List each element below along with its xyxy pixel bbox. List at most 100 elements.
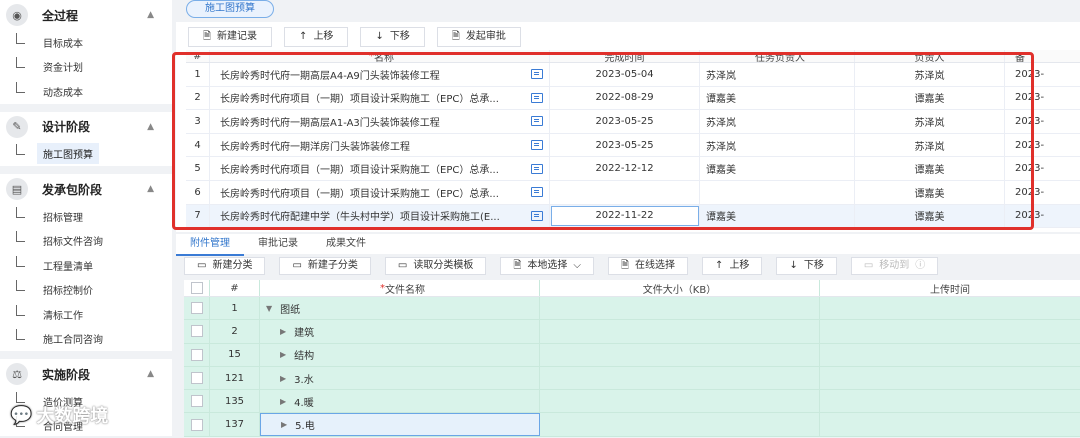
sidebar-item[interactable]: 招标文件咨询 [0, 229, 172, 254]
row-task-owner[interactable]: 谭嘉美 [700, 205, 855, 228]
row-name[interactable]: 长房岭秀时代府项目（一期）项目设计采购施工（EPC）总承... [210, 87, 550, 110]
new-record-button[interactable]: 🗎新建记录 [188, 27, 272, 47]
row-name[interactable]: 长房岭秀时代府配建中学（牛头村中学）项目设计采购施工(E... [210, 205, 550, 228]
row-checkbox[interactable] [184, 320, 210, 342]
sidebar-group[interactable]: ⚖实施阶段▲ [0, 359, 172, 389]
row-owner[interactable]: 苏泽岚 [855, 110, 1005, 133]
tab-result-files[interactable]: 成果文件 [312, 234, 380, 254]
caret-right-icon[interactable]: ▶ [280, 374, 286, 383]
row-task-owner[interactable] [700, 181, 855, 204]
table-row[interactable]: 1长房岭秀时代府一期高层A4-A9门头装饰装修工程2023-05-04苏泽岚苏泽… [186, 63, 1080, 87]
table-row[interactable]: 5长房岭秀时代府项目（一期）项目设计采购施工（EPC）总承...2022-12-… [186, 157, 1080, 181]
row-checkbox[interactable] [184, 297, 210, 319]
detail-icon[interactable] [531, 93, 543, 103]
caret-right-icon[interactable]: ▶ [281, 420, 287, 429]
sidebar-group[interactable]: ✎设计阶段▲ [0, 112, 172, 142]
row-date[interactable] [550, 181, 700, 204]
header-date[interactable]: 完成时间 [550, 50, 700, 62]
file-name-cell[interactable]: ▶3.水 [260, 367, 540, 389]
sidebar-item[interactable]: 目标成本 [0, 30, 172, 55]
table-row[interactable]: 6长房岭秀时代府项目（一期）项目设计采购施工（EPC）总承...谭嘉美2023- [186, 181, 1080, 205]
row-date[interactable]: 2022-12-12 [550, 157, 700, 180]
row-owner[interactable]: 谭嘉美 [855, 181, 1005, 204]
sidebar-item[interactable]: 清标工作 [0, 302, 172, 327]
row-name[interactable]: 长房岭秀时代府项目（一期）项目设计采购施工（EPC）总承... [210, 181, 550, 204]
row-task-owner[interactable]: 苏泽岚 [700, 110, 855, 133]
online-select-button[interactable]: 🗎在线选择 [608, 257, 688, 275]
row-checkbox[interactable] [184, 344, 210, 366]
file-name-cell[interactable]: ▶4.暖 [260, 390, 540, 412]
sidebar-group[interactable]: ◉全过程▲ [0, 0, 172, 30]
header-extra[interactable]: 备 [1005, 50, 1080, 62]
row-date[interactable]: 2022-11-22 [550, 205, 700, 228]
row-checkbox[interactable] [184, 367, 210, 389]
caret-right-icon[interactable]: ▶ [280, 350, 286, 359]
row-task-owner[interactable]: 谭嘉美 [700, 157, 855, 180]
header-task-owner[interactable]: 任务负责人 [700, 50, 855, 62]
row-task-owner[interactable]: 苏泽岚 [700, 63, 855, 86]
file-name-cell[interactable]: ▼图纸 [260, 297, 540, 319]
detail-icon[interactable] [531, 140, 543, 150]
row-name[interactable]: 长房岭秀时代府一期高层A4-A9门头装饰装修工程 [210, 63, 550, 86]
file-row[interactable]: 1▼图纸 [184, 297, 1080, 320]
table-row[interactable]: 7长房岭秀时代府配建中学（牛头村中学）项目设计采购施工(E...2022-11-… [186, 205, 1080, 229]
file-row[interactable]: 121▶3.水 [184, 367, 1080, 390]
read-template-button[interactable]: ▭读取分类模板 [385, 257, 486, 275]
row-name[interactable]: 长房岭秀时代府项目（一期）项目设计采购施工（EPC）总承... [210, 157, 550, 180]
header-name[interactable]: *名称 [210, 50, 550, 62]
row-owner[interactable]: 苏泽岚 [855, 63, 1005, 86]
row-owner[interactable]: 谭嘉美 [855, 87, 1005, 110]
row-date[interactable]: 2022-08-29 [550, 87, 700, 110]
detail-icon[interactable] [531, 211, 543, 221]
caret-right-icon[interactable]: ▶ [280, 327, 286, 336]
file-name-cell[interactable]: ▶结构 [260, 344, 540, 366]
file-name-cell[interactable]: ▶5.电 [260, 413, 540, 435]
table-row[interactable]: 2长房岭秀时代府项目（一期）项目设计采购施工（EPC）总承...2022-08-… [186, 87, 1080, 111]
files-header-size[interactable]: 文件大小（KB） [540, 280, 820, 296]
file-row[interactable]: 15▶结构 [184, 344, 1080, 367]
sidebar-item[interactable]: 工程量清单 [0, 253, 172, 278]
row-date[interactable]: 2023-05-25 [550, 110, 700, 133]
tab-attachments[interactable]: 附件管理 [176, 234, 244, 256]
move-down-button-2[interactable]: ↓下移 [776, 257, 836, 275]
sidebar-item[interactable]: 招标管理 [0, 204, 172, 229]
sidebar-item[interactable]: 招标控制价 [0, 278, 172, 303]
file-row[interactable]: 135▶4.暖 [184, 390, 1080, 413]
row-task-owner[interactable]: 苏泽岚 [700, 134, 855, 157]
row-date[interactable]: 2023-05-25 [550, 134, 700, 157]
row-date[interactable]: 2023-05-04 [550, 63, 700, 86]
file-row[interactable]: 137▶5.电 [184, 413, 1080, 436]
new-category-button[interactable]: ▭新建分类 [184, 257, 265, 275]
detail-icon[interactable] [531, 69, 543, 79]
row-name[interactable]: 长房岭秀时代府一期高层A1-A3门头装饰装修工程 [210, 110, 550, 133]
move-up-button[interactable]: ↑上移 [284, 27, 348, 47]
move-to-button[interactable]: ▭移动到ⓘ [851, 257, 938, 275]
row-checkbox[interactable] [184, 390, 210, 412]
sidebar-group[interactable]: ▤发承包阶段▲ [0, 174, 172, 204]
row-owner[interactable]: 谭嘉美 [855, 157, 1005, 180]
detail-icon[interactable] [531, 164, 543, 174]
sidebar-item[interactable]: 施工图预算 [0, 142, 172, 167]
sidebar-item[interactable]: 资金计划 [0, 55, 172, 80]
row-name[interactable]: 长房岭秀时代府一期洋房门头装饰装修工程 [210, 134, 550, 157]
detail-icon[interactable] [531, 116, 543, 126]
table-row[interactable]: 4长房岭秀时代府一期洋房门头装饰装修工程2023-05-25苏泽岚苏泽岚2023… [186, 134, 1080, 158]
detail-icon[interactable] [531, 187, 543, 197]
caret-right-icon[interactable]: ▶ [280, 397, 286, 406]
move-up-button-2[interactable]: ↑上移 [702, 257, 762, 275]
files-header-name[interactable]: *文件名称 [260, 280, 540, 296]
row-owner[interactable]: 谭嘉美 [855, 205, 1005, 228]
row-owner[interactable]: 苏泽岚 [855, 134, 1005, 157]
date-input[interactable]: 2022-11-22 [551, 206, 699, 226]
file-name-cell[interactable]: ▶建筑 [260, 320, 540, 342]
move-down-button[interactable]: ↓下移 [360, 27, 424, 47]
files-header-time[interactable]: 上传时间 [820, 280, 1080, 296]
caret-down-icon[interactable]: ▼ [266, 304, 272, 313]
row-task-owner[interactable]: 谭嘉美 [700, 87, 855, 110]
select-all-checkbox[interactable] [184, 280, 210, 296]
new-subcategory-button[interactable]: ▭新建子分类 [279, 257, 370, 275]
file-row[interactable]: 2▶建筑 [184, 320, 1080, 343]
table-row[interactable]: 3长房岭秀时代府一期高层A1-A3门头装饰装修工程2023-05-25苏泽岚苏泽… [186, 110, 1080, 134]
tab-approval-records[interactable]: 审批记录 [244, 234, 312, 254]
sidebar-item[interactable]: 施工合同咨询 [0, 327, 172, 352]
